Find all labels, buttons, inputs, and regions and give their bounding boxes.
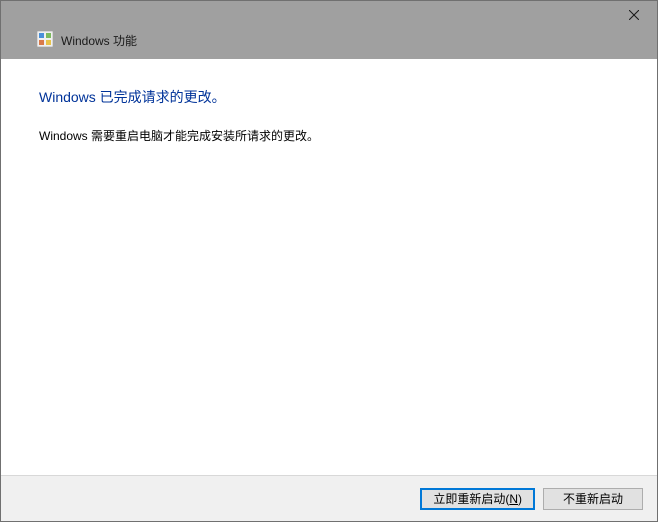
button-label: 不重新启动	[563, 490, 623, 507]
button-mnemonic: N	[509, 492, 518, 506]
window-title: Windows 功能	[61, 32, 137, 49]
button-label-suffix: )	[518, 492, 522, 506]
dialog-body-text: Windows 需要重启电脑才能完成安装所请求的更改。	[39, 127, 619, 145]
titlebar: Windows 功能	[1, 1, 657, 59]
close-icon	[629, 7, 639, 25]
close-button[interactable]	[611, 1, 657, 31]
windows-features-icon	[37, 31, 53, 47]
dialog-heading: Windows 已完成请求的更改。	[39, 87, 619, 107]
restart-now-button[interactable]: 立即重新启动(N)	[420, 488, 535, 510]
button-label-prefix: 立即重新启动(	[433, 490, 509, 507]
dialog-content: Windows 已完成请求的更改。 Windows 需要重启电脑才能完成安装所请…	[1, 59, 657, 145]
dialog-footer: 立即重新启动(N) 不重新启动	[1, 475, 657, 521]
dont-restart-button[interactable]: 不重新启动	[543, 488, 643, 510]
